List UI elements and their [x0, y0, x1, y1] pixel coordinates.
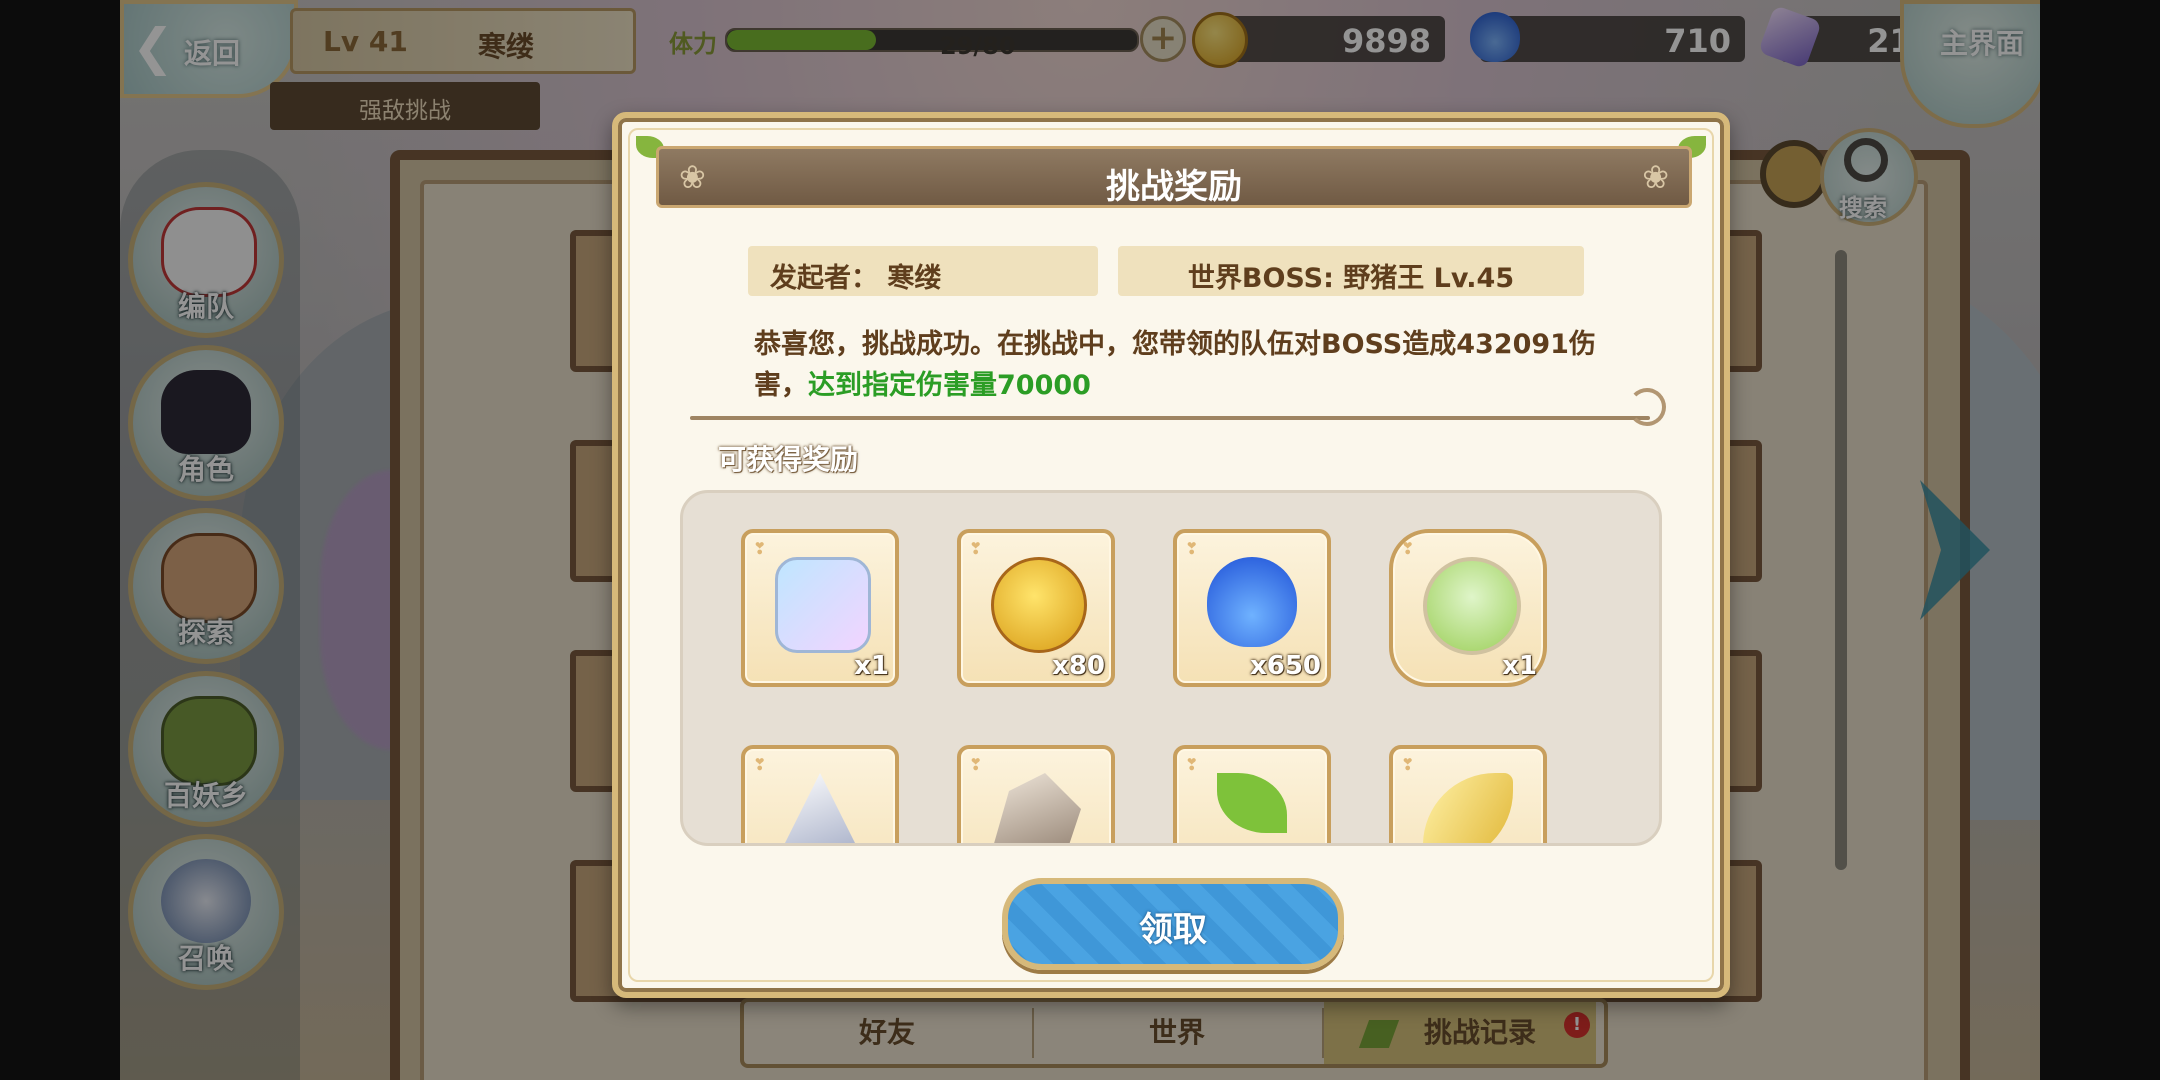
corner-ornament-icon: ❣	[1401, 755, 1415, 774]
golden-feather-icon	[1423, 773, 1513, 843]
corner-ornament-icon: ❣	[753, 539, 767, 558]
reward-quantity: x1	[854, 651, 889, 681]
reward-slot[interactable]: ❣ x1	[1389, 529, 1547, 687]
initiator-text: 发起者： 寒缕	[770, 263, 942, 294]
reward-slot[interactable]: ❣	[1173, 745, 1331, 843]
divider-curl-ornament	[1628, 388, 1666, 426]
claim-label: 领取	[1139, 910, 1207, 950]
boss-chip: 世界BOSS: 野猪王 Lv.45	[1118, 246, 1584, 296]
corner-ornament-icon: ❣	[969, 539, 983, 558]
silver-ore-icon	[775, 773, 865, 843]
green-hair-character-avatar-icon	[1423, 557, 1521, 655]
reward-quantity: x80	[1052, 651, 1105, 681]
reward-quantity: x1	[1502, 651, 1537, 681]
challenge-result-message: 恭喜您，挑战成功。在挑战中，您带领的队伍对BOSS造成432091伤害，达到指定…	[754, 324, 1614, 406]
dialog-title: 挑战奖励	[1106, 167, 1242, 207]
corner-ornament-icon: ❣	[1401, 539, 1415, 558]
rewards-section-label: 可获得奖励	[718, 443, 859, 476]
corner-ornament-icon: ❣	[753, 755, 767, 774]
challenge-reward-dialog: ❀ 挑战奖励 ❀ 发起者： 寒缕 世界BOSS: 野猪王 Lv.45 恭喜您，挑…	[612, 112, 1730, 998]
damage-target-highlight: 达到指定伤害量70000	[808, 370, 1091, 401]
boss-text: 世界BOSS: 野猪王 Lv.45	[1187, 263, 1515, 294]
blue-soul-fire-icon	[1207, 557, 1297, 647]
gold-coin-pile-icon	[991, 557, 1087, 653]
initiator-chip: 发起者： 寒缕	[748, 246, 1098, 296]
reward-slot[interactable]: ❣ x1	[741, 529, 899, 687]
reward-slot[interactable]: ❣	[1389, 745, 1547, 843]
green-sprout-icon	[1217, 773, 1287, 833]
dialog-title-bar: ❀ 挑战奖励 ❀	[656, 146, 1692, 208]
reward-slot[interactable]: ❣ x650	[1173, 529, 1331, 687]
crystal-shard-icon	[775, 557, 871, 653]
ornament-icon: ❀	[1642, 158, 1669, 196]
divider	[690, 416, 1650, 420]
reward-slot[interactable]: ❣	[957, 745, 1115, 843]
corner-ornament-icon: ❣	[1185, 755, 1199, 774]
corner-ornament-icon: ❣	[1185, 539, 1199, 558]
claim-button[interactable]: 领取	[1002, 878, 1344, 970]
reward-quantity: x650	[1249, 651, 1321, 681]
reward-slot[interactable]: ❣	[741, 745, 899, 843]
corner-ornament-icon: ❣	[969, 755, 983, 774]
stone-ore-icon	[991, 773, 1081, 843]
reward-slot[interactable]: ❣ x80	[957, 529, 1115, 687]
reward-list[interactable]: ❣ x1 ❣ x80 ❣ x650 ❣ x1 ❣ ❣ ❣ ❣	[680, 490, 1662, 846]
